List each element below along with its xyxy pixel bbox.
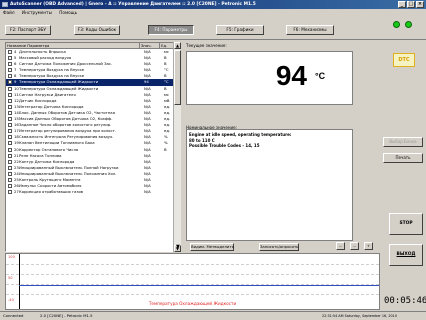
row-checkbox[interactable] [8, 92, 12, 97]
grid-line [6, 294, 379, 295]
y-tick-label: 50 [8, 276, 13, 280]
scroll-up-icon[interactable]: ▲ [174, 42, 181, 49]
close-button[interactable]: × [416, 1, 424, 8]
row-checkbox[interactable] [8, 86, 12, 91]
engine-status: 2.0 [C20NE] - Petronic M1.5 [40, 313, 93, 318]
row-checkbox[interactable] [8, 177, 12, 182]
statusbar: Connected 2.0 [C20NE] - Petronic M1.5 22… [0, 311, 426, 320]
row-checkbox[interactable] [8, 129, 12, 134]
write-button[interactable]: Записать/опросить [259, 243, 299, 251]
window-title: AutoScanner (OBD Advanced) | Gnero - A :… [10, 2, 256, 7]
status-led-icon [405, 21, 412, 28]
small-button-1[interactable]: ... [336, 242, 345, 250]
y-tick-label: 100 [8, 255, 15, 259]
graph-title: Температура Охлаждающей Жидкости [148, 301, 237, 306]
nominal-line: Possible Trouble Codes - 14, 15 [189, 143, 260, 148]
window-titlebar[interactable]: AutoScanner (OBD Advanced) | Gnero - A :… [0, 0, 426, 9]
small-button-2[interactable]: ... [350, 242, 359, 250]
grid-line [6, 264, 379, 265]
small-button-plus[interactable]: + [364, 242, 373, 250]
row-checkbox[interactable] [8, 184, 12, 189]
row-checkbox[interactable] [8, 123, 12, 128]
tab-graphs[interactable]: F5: Графики [216, 25, 264, 35]
grid-line [6, 274, 379, 275]
menubar: Файл Инструменты Помощь [0, 9, 426, 17]
row-checkbox[interactable] [8, 141, 12, 146]
tab-ecu-passport[interactable]: F2: Паспорт ЭБУ [5, 25, 51, 35]
session-timer: 00:05:46 [384, 296, 426, 306]
current-value-display: 94 °C [186, 51, 353, 105]
current-value: 94 [275, 60, 307, 91]
datetime-status: 22:31:54 AM Saturday, September 16, 2010 [322, 314, 397, 318]
row-checkbox[interactable] [8, 165, 12, 170]
row-checkbox[interactable] [8, 62, 12, 67]
parameter-row[interactable]: 27 Коррекция отработавших газов N/A [6, 189, 180, 195]
parameter-list[interactable]: Название Параметра Знач. Ед. 4 Длительнос… [5, 42, 181, 252]
row-checkbox[interactable] [8, 117, 12, 122]
connection-indicators [393, 21, 412, 28]
dtc-indicator[interactable]: DTC [393, 53, 415, 67]
tab-error-codes[interactable]: F3: Коды Ошибок [74, 25, 120, 35]
connection-status: Connected [3, 313, 24, 318]
print-button[interactable]: Печать [383, 153, 423, 163]
row-name: Коррекция отработавших газов [19, 189, 84, 195]
column-header-unit[interactable]: Ед. [160, 43, 174, 48]
tab-parameters[interactable]: F4: Параметры [148, 25, 194, 35]
nominal-value-box: Engine at idle speed, operating temperat… [186, 129, 353, 241]
menu-tools[interactable]: Инструменты [22, 10, 52, 15]
row-checkbox[interactable] [8, 153, 12, 158]
column-header-value[interactable]: Знач. [140, 43, 160, 48]
row-checkbox[interactable] [8, 159, 12, 164]
list-arrow-icon[interactable]: ▼ [176, 244, 180, 250]
row-checkbox[interactable] [8, 190, 12, 195]
menu-help[interactable]: Помощь [59, 10, 77, 15]
row-checkbox[interactable] [8, 80, 12, 85]
app-icon [2, 2, 8, 7]
row-checkbox[interactable] [8, 68, 12, 73]
parameter-rows: 4 Длительность Впрыска N/A мс 5 Массовый расх… [6, 49, 180, 195]
exit-button[interactable]: ВЫХОД [389, 244, 423, 266]
row-checkbox[interactable] [8, 110, 12, 115]
row-checkbox[interactable] [8, 98, 12, 103]
row-value: N/A [144, 189, 151, 195]
row-checkbox[interactable] [8, 74, 12, 79]
row-checkbox[interactable] [8, 171, 12, 176]
status-led-icon [393, 21, 400, 28]
graph-trace [19, 285, 379, 286]
stop-button[interactable]: STOP [389, 213, 423, 235]
menu-file[interactable]: Файл [3, 10, 15, 15]
row-checkbox[interactable] [8, 104, 12, 109]
row-checkbox[interactable] [8, 135, 12, 140]
select-all-button[interactable]: Видим. Метвыделить [190, 243, 234, 251]
list-scrollbar[interactable]: ▲ ▼ [173, 42, 181, 252]
row-checkbox[interactable] [8, 147, 12, 152]
choose-block-button[interactable]: Выбор Блока [383, 137, 423, 147]
minimize-button[interactable]: _ [398, 1, 406, 8]
tab-mechanisms[interactable]: F6: Механизмы [286, 25, 334, 35]
current-value-label: Текущее значение: [186, 43, 227, 48]
scroll-thumb[interactable] [174, 50, 181, 105]
row-checkbox[interactable] [8, 50, 12, 54]
current-unit: °C [315, 71, 326, 81]
row-checkbox[interactable] [8, 56, 12, 61]
maximize-button[interactable]: □ [407, 1, 415, 8]
column-header-name[interactable]: Название Параметра [6, 43, 140, 48]
parameter-graph: 100 50 -40 Температура Охлаждающей Жидко… [5, 253, 380, 310]
toolbar: F2: Паспорт ЭБУ F3: Коды Ошибок F4: Пара… [0, 17, 426, 40]
